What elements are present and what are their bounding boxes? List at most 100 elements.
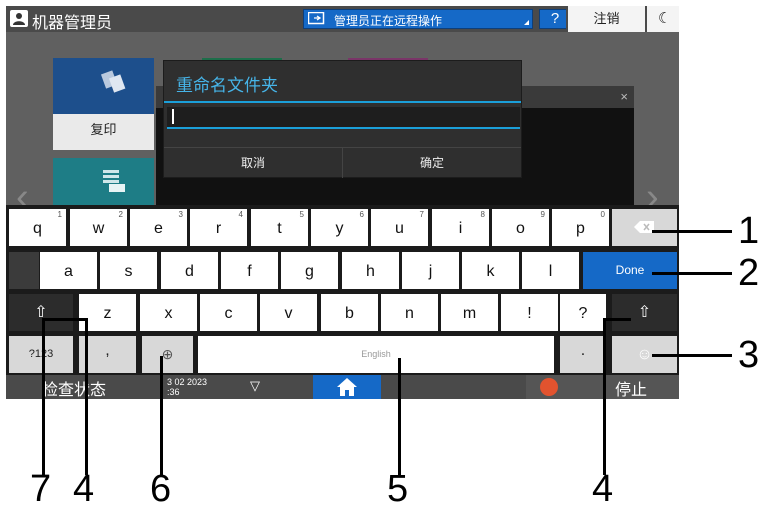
key-d[interactable]: d xyxy=(161,252,218,289)
stop-icon xyxy=(540,378,558,396)
key-hint: 7 xyxy=(419,210,424,219)
confirm-button[interactable]: 确定 xyxy=(342,148,521,178)
key-q[interactable]: q1 xyxy=(9,209,66,246)
key-t[interactable]: t5 xyxy=(251,209,308,246)
user-icon[interactable] xyxy=(10,10,28,27)
globe-icon[interactable]: ⊕ xyxy=(142,336,193,373)
copy-app-tile[interactable]: 复印 xyxy=(53,58,154,150)
home-button[interactable] xyxy=(313,375,381,399)
key-w[interactable]: w2 xyxy=(70,209,127,246)
key-f[interactable]: f xyxy=(221,252,278,289)
numbers-symbols-key[interactable]: ?123 xyxy=(9,336,73,373)
key-hint: 6 xyxy=(359,210,364,219)
key-exclamation[interactable]: ! xyxy=(501,294,558,331)
key-label: o xyxy=(516,220,525,237)
device-screen: 机器管理员 管理员正在远程操作 ? 注销 ☾ 复印 ‹ › × 重命名文件夹 取… xyxy=(6,6,679,399)
date-text: 3 02 2023 xyxy=(167,377,208,387)
key-hint: 2 xyxy=(118,210,123,219)
callout-number-1: 1 xyxy=(738,210,760,252)
key-m[interactable]: m xyxy=(441,294,498,331)
key-u[interactable]: u7 xyxy=(371,209,428,246)
key-hint: 5 xyxy=(299,210,304,219)
callout-line-4a-h xyxy=(42,318,87,321)
key-y[interactable]: y6 xyxy=(311,209,368,246)
key-h[interactable]: h xyxy=(342,252,399,289)
energy-saver-button[interactable]: ☾ xyxy=(645,6,679,32)
key-k[interactable]: k xyxy=(462,252,519,289)
shift-key-left[interactable]: ⇧ xyxy=(9,294,73,331)
remote-operation-text: 管理员正在远程操作 xyxy=(334,14,443,28)
callout-line-6 xyxy=(160,356,163,475)
key-r[interactable]: r4 xyxy=(190,209,247,246)
callout-number-6: 6 xyxy=(150,468,172,510)
date-time-readout: 3 02 2023 :36 xyxy=(167,377,207,397)
key-i[interactable]: i8 xyxy=(432,209,489,246)
space-key[interactable]: English xyxy=(198,336,554,373)
key-label: y xyxy=(335,220,344,237)
callout-number-4: 4 xyxy=(592,468,614,510)
callout-number-5: 5 xyxy=(387,468,409,510)
key-j[interactable]: j xyxy=(402,252,459,289)
key-l[interactable]: l xyxy=(522,252,579,289)
callout-line-4a xyxy=(85,318,88,475)
cancel-button[interactable]: 取消 xyxy=(164,148,342,178)
key-s[interactable]: s xyxy=(100,252,157,289)
key-hint: 1 xyxy=(57,210,62,219)
user-name[interactable]: 机器管理员 xyxy=(32,9,112,33)
backspace-icon xyxy=(634,221,654,233)
key-g[interactable]: g xyxy=(281,252,338,289)
text-caret xyxy=(172,109,174,124)
key-label: e xyxy=(154,220,163,237)
callout-number-3: 3 xyxy=(738,334,760,376)
key-v[interactable]: v xyxy=(260,294,317,331)
keyboard-spacer xyxy=(9,252,39,289)
callout-line-4b xyxy=(603,318,606,475)
key-o[interactable]: o9 xyxy=(492,209,549,246)
callout-line-2 xyxy=(652,272,732,275)
key-hint: 9 xyxy=(540,210,545,219)
triangle-down-icon[interactable]: ▽ xyxy=(250,378,260,394)
key-label: r xyxy=(215,220,222,237)
remote-operation-indicator[interactable]: 管理员正在远程操作 xyxy=(303,9,533,29)
copy-tile-label: 复印 xyxy=(53,114,154,150)
folder-name-input[interactable] xyxy=(167,107,520,129)
key-hint: 8 xyxy=(480,210,485,219)
key-p[interactable]: p0 xyxy=(552,209,609,246)
done-key[interactable]: Done xyxy=(583,252,677,289)
backspace-key[interactable] xyxy=(612,209,677,246)
key-e[interactable]: e3 xyxy=(130,209,187,246)
remote-monitor-icon xyxy=(308,12,325,25)
expand-corner-icon xyxy=(524,20,529,25)
key-b[interactable]: b xyxy=(321,294,378,331)
key-n[interactable]: n xyxy=(381,294,438,331)
stop-label: 停止 xyxy=(615,382,648,399)
logout-button[interactable]: 注销 xyxy=(566,6,645,32)
callout-line-7 xyxy=(42,320,45,475)
key-question[interactable]: ? xyxy=(560,294,606,331)
check-status-button[interactable]: 检查状态 xyxy=(42,376,106,399)
rename-folder-dialog: 重命名文件夹 取消 确定 xyxy=(163,60,522,178)
scanner-icon xyxy=(103,170,125,192)
callout-line-4b-h xyxy=(603,318,631,321)
key-a[interactable]: a xyxy=(40,252,97,289)
shift-key-right[interactable]: ⇧ xyxy=(612,294,677,331)
key-hint: 0 xyxy=(600,210,605,219)
close-icon[interactable]: × xyxy=(620,89,628,104)
key-label: q xyxy=(33,220,42,237)
bottom-bar: 检查状态 3 02 2023 :36 ▽ 停止 xyxy=(6,375,679,399)
callout-line-5 xyxy=(398,358,401,475)
key-label: t xyxy=(277,220,282,237)
moon-icon: ☾ xyxy=(658,10,672,27)
key-label: w xyxy=(92,220,105,237)
key-x[interactable]: x xyxy=(140,294,197,331)
callout-number-2: 2 xyxy=(738,252,760,294)
soft-keyboard: q1 w2 e3 r4 t5 y6 u7 i8 o9 p0 a s d f g … xyxy=(6,205,679,375)
top-bar: 机器管理员 管理员正在远程操作 ? 注销 ☾ xyxy=(6,6,679,32)
dialog-title: 重命名文件夹 xyxy=(176,76,278,95)
key-label: p xyxy=(576,220,585,237)
callout-line-1 xyxy=(652,230,732,233)
dialog-divider xyxy=(164,101,521,103)
period-key[interactable]: . xyxy=(560,336,606,373)
copier-icon xyxy=(100,70,126,93)
key-c[interactable]: c xyxy=(200,294,257,331)
